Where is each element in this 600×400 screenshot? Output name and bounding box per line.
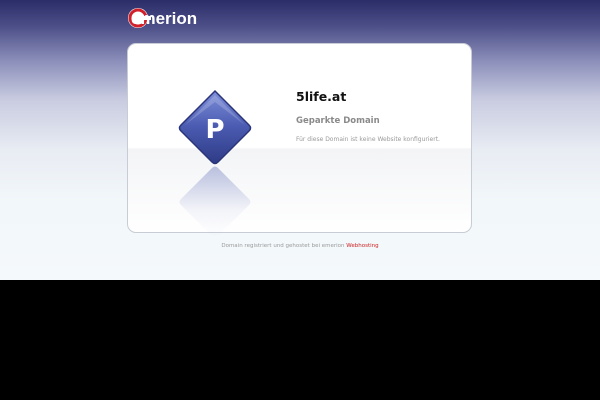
domain-name: 5life.at [296, 89, 347, 104]
footer: Domain registriert und gehostet bei emer… [0, 243, 600, 249]
footer-text: Domain registriert und gehostet bei emer… [221, 243, 345, 249]
webhosting-link[interactable]: Webhosting [346, 243, 378, 249]
icon-letter: P [205, 115, 224, 145]
parked-domain-card: P 5life.at Geparkte Domain Für diese Dom… [127, 43, 472, 239]
parking-p-diamond-icon: P [175, 86, 255, 239]
description-text: Für diese Domain ist keine Website konfi… [296, 136, 440, 143]
emerion-logo[interactable]: emerion [127, 6, 217, 34]
parked-domain-subtitle: Geparkte Domain [296, 116, 380, 126]
logo-text: emerion [131, 9, 197, 28]
